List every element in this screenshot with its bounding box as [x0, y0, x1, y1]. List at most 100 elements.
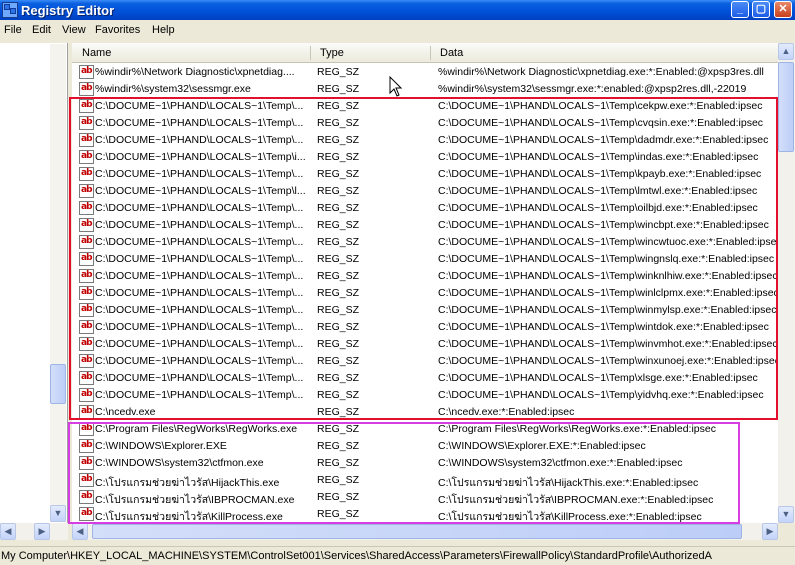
value-row[interactable]: ab C:\ncedv.exe REG_SZ C:\ncedv.exe:*:Enabl… — [72, 404, 778, 421]
value-row[interactable]: ab C:\DOCUME~1\PHAND\LOCALS~1\Temp\... REG… — [72, 166, 778, 183]
value-name: C:\DOCUME~1\PHAND\LOCALS~1\Temp\... — [95, 134, 304, 146]
scroll-right-button[interactable]: ▶ — [762, 523, 778, 540]
value-row[interactable]: ab C:\DOCUME~1\PHAND\LOCALS~1\Temp\... REG… — [72, 319, 778, 336]
column-name-header[interactable]: Name — [82, 47, 111, 59]
value-row[interactable]: ab C:\โปรแกรมช่วยฆ่าไวรัส\KillProcess.exe… — [72, 506, 778, 523]
value-row[interactable]: ab C:\โปรแกรมช่วยฆ่าไวรัส\IBPROCMAN.exe RE… — [72, 489, 778, 506]
minimize-button[interactable]: _ — [731, 1, 749, 18]
value-type: REG_SZ — [317, 457, 360, 469]
column-type-header[interactable]: Type — [320, 47, 344, 59]
reg-sz-value-icon: ab — [79, 133, 94, 147]
value-row[interactable]: ab C:\DOCUME~1\PHAND\LOCALS~1\Temp\... REG… — [72, 217, 778, 234]
values-horizontal-scrollbar[interactable]: ◀ ▶ — [72, 523, 778, 540]
menu-edit[interactable]: Edit — [32, 24, 51, 36]
value-row[interactable]: ab C:\DOCUME~1\PHAND\LOCALS~1\Temp\... REG… — [72, 336, 778, 353]
value-type: REG_SZ — [317, 134, 360, 146]
mouse-pointer-icon — [389, 76, 403, 97]
value-row[interactable]: ab C:\โปรแกรมช่วยฆ่าไวรัส\HijackThis.exe R… — [72, 472, 778, 489]
reg-sz-glyph: ab — [81, 440, 92, 450]
horizontal-scroll-thumb[interactable] — [92, 524, 742, 539]
value-row[interactable]: ab C:\DOCUME~1\PHAND\LOCALS~1\Temp\... REG… — [72, 200, 778, 217]
value-name: C:\Program Files\RegWorks\RegWorks.exe — [95, 423, 298, 435]
menu-file[interactable]: File — [4, 24, 22, 36]
registry-editor-icon — [2, 2, 18, 18]
reg-sz-glyph: ab — [81, 83, 92, 93]
value-row[interactable]: ab C:\Program Files\RegWorks\RegWorks.exe… — [72, 421, 778, 438]
reg-sz-value-icon: ab — [79, 286, 94, 300]
column-divider[interactable] — [310, 46, 311, 60]
value-row[interactable]: ab C:\DOCUME~1\PHAND\LOCALS~1\Temp\... REG… — [72, 387, 778, 404]
scroll-left-button[interactable]: ◀ — [72, 523, 88, 540]
value-row[interactable]: ab C:\DOCUME~1\PHAND\LOCALS~1\Temp\l... RE… — [72, 183, 778, 200]
value-row[interactable]: ab C:\WINDOWS\Explorer.EXE REG_SZ C:\WINDOW… — [72, 438, 778, 455]
value-row[interactable]: ab C:\WINDOWS\system32\ctfmon.exe REG_SZ C:… — [72, 455, 778, 472]
reg-sz-glyph: ab — [81, 185, 92, 195]
value-type: REG_SZ — [317, 253, 360, 265]
value-row[interactable]: ab C:\DOCUME~1\PHAND\LOCALS~1\Temp\... REG… — [72, 268, 778, 285]
value-data: C:\DOCUME~1\PHAND\LOCALS~1\Temp\wintdok.… — [438, 321, 769, 333]
menu-help[interactable]: Help — [152, 24, 175, 36]
close-button[interactable]: ✕ — [774, 1, 792, 18]
reg-sz-value-icon: ab — [79, 82, 94, 96]
value-row[interactable]: ab C:\DOCUME~1\PHAND\LOCALS~1\Temp\... REG… — [72, 370, 778, 387]
value-data: %windir%\Network Diagnostic\xpnetdiag.ex… — [438, 66, 764, 78]
tree-vertical-scrollbar[interactable]: ▼ — [50, 44, 66, 522]
value-data: C:\DOCUME~1\PHAND\LOCALS~1\Temp\cekpw.ex… — [438, 100, 763, 112]
reg-sz-value-icon: ab — [79, 65, 94, 79]
tree-horizontal-scrollbar[interactable]: ◀ ▶ — [0, 523, 68, 540]
value-type: REG_SZ — [317, 389, 360, 401]
value-name: C:\DOCUME~1\PHAND\LOCALS~1\Temp\... — [95, 338, 304, 350]
value-row[interactable]: ab C:\DOCUME~1\PHAND\LOCALS~1\Temp\... REG… — [72, 234, 778, 251]
reg-sz-glyph: ab — [81, 406, 92, 416]
reg-sz-value-icon: ab — [79, 235, 94, 249]
title-bar[interactable]: Registry Editor _ ▢ ✕ — [0, 0, 795, 20]
menu-favorites[interactable]: Favorites — [95, 24, 140, 36]
value-row[interactable]: ab %windir%\Network Diagnostic\xpnetdiag.… — [72, 64, 778, 81]
value-type: REG_SZ — [317, 168, 360, 180]
reg-sz-value-icon: ab — [79, 320, 94, 334]
value-data: C:\DOCUME~1\PHAND\LOCALS~1\Temp\winmylsp… — [438, 304, 777, 316]
value-type: REG_SZ — [317, 151, 360, 163]
value-type: REG_SZ — [317, 202, 360, 214]
value-data: C:\DOCUME~1\PHAND\LOCALS~1\Temp\kpayb.ex… — [438, 168, 762, 180]
column-divider[interactable] — [430, 46, 431, 60]
tree-scroll-thumb[interactable] — [50, 364, 66, 404]
value-name: C:\DOCUME~1\PHAND\LOCALS~1\Temp\... — [95, 287, 304, 299]
menu-view[interactable]: View — [62, 24, 86, 36]
values-list-pane[interactable]: Name Type Data ab %windir%\Network Diagno… — [72, 43, 778, 523]
value-row[interactable]: ab C:\DOCUME~1\PHAND\LOCALS~1\Temp\... REG… — [72, 115, 778, 132]
value-row[interactable]: ab C:\DOCUME~1\PHAND\LOCALS~1\Temp\... REG… — [72, 302, 778, 319]
value-data: C:\DOCUME~1\PHAND\LOCALS~1\Temp\winlclpm… — [438, 287, 778, 299]
value-row[interactable]: ab C:\DOCUME~1\PHAND\LOCALS~1\Temp\... REG… — [72, 98, 778, 115]
reg-sz-glyph: ab — [81, 236, 92, 246]
reg-sz-value-icon: ab — [79, 150, 94, 164]
value-name: %windir%\Network Diagnostic\xpnetdiag...… — [95, 66, 295, 78]
values-scroll-thumb[interactable] — [778, 62, 794, 152]
tree-scroll-left-button[interactable]: ◀ — [0, 523, 16, 540]
reg-sz-value-icon: ab — [79, 439, 94, 453]
value-row[interactable]: ab %windir%\system32\sessmgr.exe REG_SZ %wi… — [72, 81, 778, 98]
maximize-button[interactable]: ▢ — [752, 1, 770, 18]
reg-sz-glyph: ab — [81, 270, 92, 280]
reg-sz-glyph: ab — [81, 457, 92, 467]
column-data-header[interactable]: Data — [440, 47, 463, 59]
value-row[interactable]: ab C:\DOCUME~1\PHAND\LOCALS~1\Temp\i... RE… — [72, 149, 778, 166]
scroll-down-button[interactable]: ▼ — [778, 506, 794, 523]
reg-sz-value-icon: ab — [79, 490, 94, 504]
values-vertical-scrollbar[interactable]: ▲ ▼ — [778, 43, 795, 523]
value-data: C:\DOCUME~1\PHAND\LOCALS~1\Temp\wincwtuo… — [438, 236, 778, 248]
value-row[interactable]: ab C:\DOCUME~1\PHAND\LOCALS~1\Temp\... REG… — [72, 353, 778, 370]
scroll-up-button[interactable]: ▲ — [778, 43, 794, 60]
reg-sz-glyph: ab — [81, 372, 92, 382]
reg-sz-glyph: ab — [81, 355, 92, 365]
value-row[interactable]: ab C:\DOCUME~1\PHAND\LOCALS~1\Temp\... REG… — [72, 285, 778, 302]
tree-scroll-right-button[interactable]: ▶ — [34, 523, 50, 540]
value-row[interactable]: ab C:\DOCUME~1\PHAND\LOCALS~1\Temp\... REG… — [72, 251, 778, 268]
value-type: REG_SZ — [317, 66, 360, 78]
value-name: C:\ncedv.exe — [95, 406, 156, 418]
value-row[interactable]: ab C:\DOCUME~1\PHAND\LOCALS~1\Temp\... REG… — [72, 132, 778, 149]
tree-scroll-down-button[interactable]: ▼ — [50, 505, 66, 522]
value-data: C:\DOCUME~1\PHAND\LOCALS~1\Temp\xlsge.ex… — [438, 372, 758, 384]
reg-sz-glyph: ab — [81, 66, 92, 76]
reg-sz-glyph: ab — [81, 117, 92, 127]
